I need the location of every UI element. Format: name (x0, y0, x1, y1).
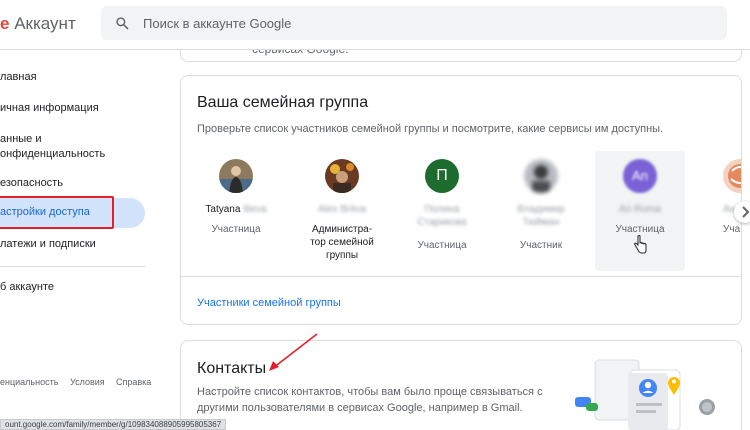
brand-logo-letter: e (0, 14, 10, 33)
family-card-description: Проверьте список участников семейной гру… (197, 123, 664, 135)
avatar (524, 159, 558, 193)
scroll-right-button[interactable] (734, 201, 750, 223)
avatar-initial: П (436, 167, 448, 184)
card-divider (181, 276, 741, 277)
sidebar-item-payments[interactable]: латежи и подписки (0, 237, 145, 252)
family-member-4[interactable]: Владимир Тюйман Участник (496, 151, 586, 271)
member-first-name: Tatyana (205, 204, 241, 215)
member-role: Администра- тор семейной группы (310, 224, 374, 261)
contacts-desc-line: Настройте список контактов, чтобы вам бы… (197, 386, 543, 398)
avatar (325, 159, 359, 193)
family-member-2[interactable]: Alex Britva Администра- тор семейной гру… (297, 151, 387, 271)
family-group-card: Ваша семейная группа Проверьте список уч… (180, 75, 750, 325)
member-role: Участница (417, 240, 467, 251)
avatar (219, 159, 253, 193)
brand-logo[interactable]: e Аккаунт (0, 14, 76, 34)
top-header: e Аккаунт (0, 0, 750, 50)
sidebar-item-about[interactable]: б аккаунте (0, 280, 145, 295)
member-photo-icon (723, 159, 741, 193)
google-account-page: e Аккаунт сервисах Google. лавная ичная … (0, 0, 750, 430)
sidebar-item-data-privacy[interactable]: анные и онфиденциальность (0, 132, 145, 162)
brand-text: Аккаунт (14, 14, 76, 33)
member-photo-icon (524, 159, 558, 193)
red-arrow-annotation (269, 333, 318, 371)
footer-link-help[interactable]: Справка (116, 377, 151, 387)
search-icon[interactable] (115, 16, 129, 30)
sidebar-item-security[interactable]: езопасность (0, 176, 145, 191)
member-name: An Roma (619, 204, 661, 215)
sidebar-item-label: анные и (0, 133, 42, 145)
avatar: An (623, 159, 657, 193)
sidebar-item-home[interactable]: лавная (0, 70, 145, 85)
sidebar-item-label: онфиденциальность (0, 148, 106, 160)
member-name: Alex Britva (318, 204, 366, 215)
sidebar-divider (0, 266, 145, 267)
contacts-illustration (575, 359, 715, 430)
member-name: Полина Старикова (417, 204, 467, 228)
avatar (723, 159, 741, 193)
member-role: Участница (211, 224, 261, 235)
sidebar-item-personal-info[interactable]: ичная информация (0, 101, 145, 116)
family-card-title: Ваша семейная группа (197, 94, 369, 111)
search-input[interactable] (143, 6, 703, 40)
sidebar-item-sharing[interactable]: астройки доступа (0, 198, 145, 228)
contacts-card-title: Контакты (197, 360, 267, 377)
contacts-card-description: Настройте список контактов, чтобы вам бы… (197, 384, 543, 416)
contacts-desc-line: другими пользователями в сервисах Google… (197, 402, 523, 414)
member-last-name: Ilieva (243, 204, 267, 215)
member-photo-icon (219, 159, 253, 193)
avatar: П (425, 159, 459, 193)
search-bar[interactable] (101, 6, 727, 40)
member-role: Участник (519, 240, 563, 251)
family-member-1[interactable]: Tatyana Ilieva Участница (191, 151, 281, 271)
family-member-3[interactable]: П Полина Старикова Участница (397, 151, 487, 271)
member-photo-icon (325, 159, 359, 193)
hand-cursor-icon (633, 235, 647, 254)
avatar-initial: An (632, 168, 648, 183)
footer-link-terms[interactable]: Условия (70, 377, 105, 387)
member-name: Владимир Тюйман (517, 204, 565, 228)
chevron-right-icon (742, 206, 750, 218)
footer-link-privacy[interactable]: енциальность (0, 377, 58, 387)
member-role: Уча (723, 224, 741, 235)
browser-status-url: ount.google.com/family/member/g/10983408… (0, 419, 227, 430)
family-members-link[interactable]: Участники семейной группы (197, 297, 341, 309)
member-name: Tatyana Ilieva (191, 203, 281, 216)
